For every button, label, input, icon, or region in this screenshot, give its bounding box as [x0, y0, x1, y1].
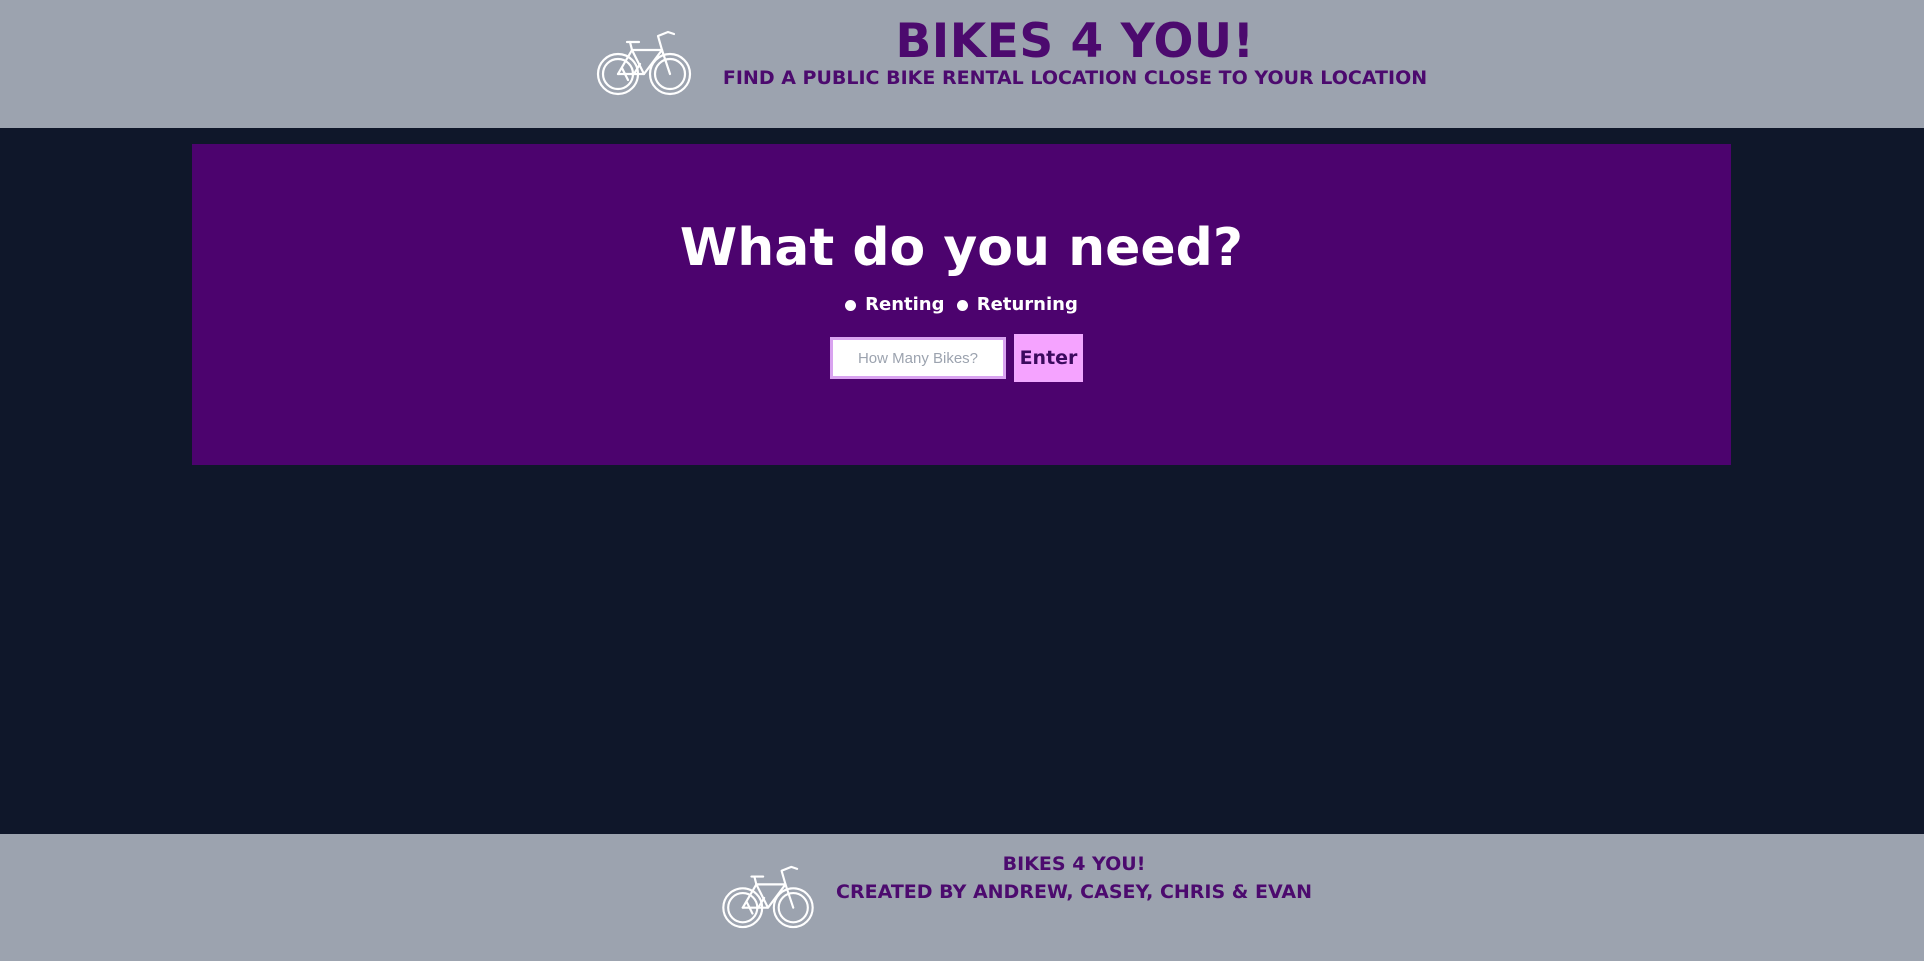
footer-title: BIKES 4 YOU! [1002, 853, 1146, 875]
site-footer: BIKES 4 YOU! CREATED BY ANDREW, CASEY, C… [0, 834, 1924, 961]
site-header: BIKES 4 YOU! FIND A PUBLIC BIKE RENTAL L… [0, 0, 1924, 128]
page: BIKES 4 YOU! FIND A PUBLIC BIKE RENTAL L… [0, 0, 1924, 961]
mode-radio-group: Renting Returning [192, 294, 1731, 317]
radio-label-returning: Returning [976, 294, 1078, 315]
radio-renting[interactable]: Renting [845, 294, 945, 316]
radio-button-renting[interactable] [845, 299, 857, 311]
bikes-count-input[interactable] [830, 337, 1006, 379]
site-title: BIKES 4 YOU! [895, 14, 1255, 69]
radio-returning[interactable]: Returning [956, 294, 1078, 316]
radio-button-returning[interactable] [956, 299, 968, 311]
site-subtitle: FIND A PUBLIC BIKE RENTAL LOCATION CLOSE… [722, 67, 1428, 89]
enter-button[interactable]: Enter [1014, 334, 1083, 382]
footer-credits: CREATED BY ANDREW, CASEY, CHRIS & EVAN [836, 881, 1312, 903]
radio-label-renting: Renting [865, 294, 945, 315]
main-card: What do you need? Renting Returning Ente… [192, 144, 1731, 465]
question-heading: What do you need? [679, 218, 1244, 278]
bikes-form: Enter [830, 334, 1083, 382]
